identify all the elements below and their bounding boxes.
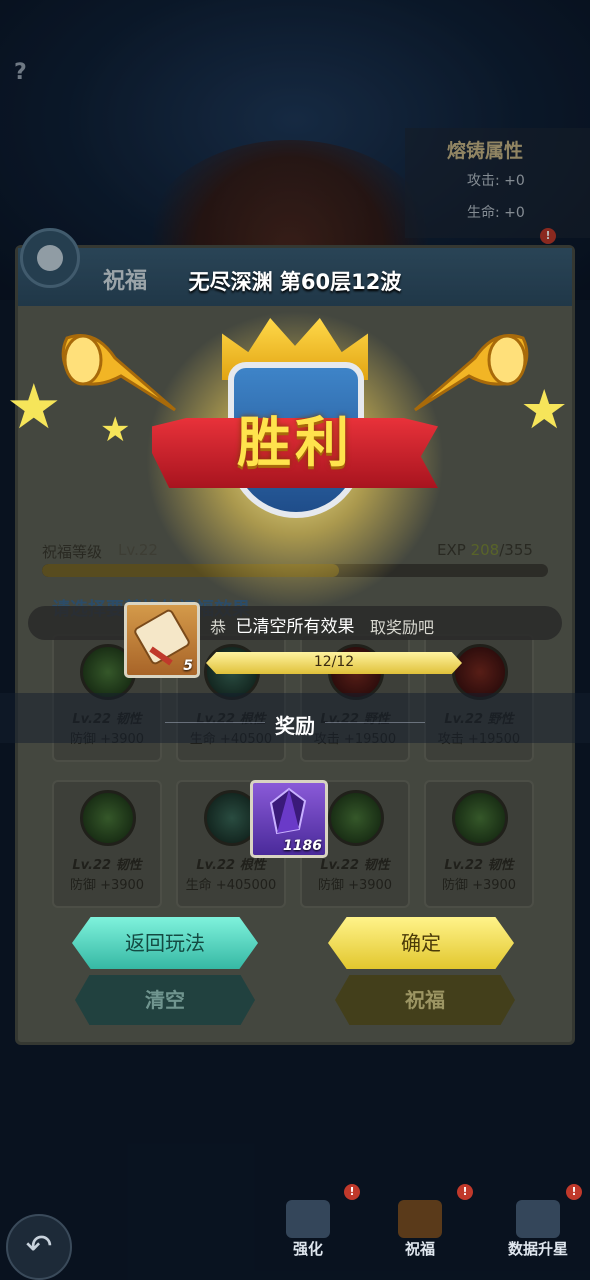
blessing-nav-icon — [398, 1200, 442, 1238]
reward-crystal-item[interactable]: 1186 — [250, 780, 328, 858]
alert-badge: ! — [344, 1184, 360, 1200]
alert-badge: ! — [566, 1184, 582, 1200]
nav-label: 数据升星 — [507, 1240, 568, 1258]
bottom-nav: ↶ 强化 祝福 数据升星 ! ! ! — [0, 1180, 590, 1280]
nav-label: 强化 — [292, 1240, 323, 1258]
reward-item-count: 1186 — [283, 838, 322, 854]
toast-text: 已清空所有效果 — [235, 617, 355, 637]
alert-badge: ! — [457, 1184, 473, 1200]
victory-banner-text: 胜利 — [237, 411, 353, 474]
scroll-item-qty: 5 — [183, 658, 193, 674]
nav-item-data-star[interactable]: 数据升星 — [503, 1200, 573, 1280]
enhance-icon — [286, 1200, 330, 1238]
reward-label: 奖励 — [275, 714, 315, 738]
nav-item-blessing[interactable]: 祝福 — [385, 1200, 455, 1280]
victory-emblem: ★ ★ ★ 胜利 — [0, 290, 590, 610]
toast-ghost-right: 取奖励吧 — [370, 618, 435, 637]
back-arrow-icon[interactable]: ↶ — [6, 1214, 72, 1280]
toast-ghost-left: 恭 — [210, 618, 227, 637]
scroll-item[interactable]: 5 — [124, 602, 200, 678]
toast-notification: 已清空所有效果 — [28, 606, 562, 640]
nav-label: 祝福 — [404, 1240, 435, 1258]
bar-chart-icon — [516, 1200, 560, 1238]
modal-dim — [0, 0, 590, 1280]
nav-item-enhance[interactable]: 强化 — [273, 1200, 343, 1280]
return-to-mode-button[interactable]: 返回玩法 — [72, 917, 258, 969]
wave-progress-text: 12/12 — [313, 654, 355, 670]
confirm-button[interactable]: 确定 — [328, 917, 514, 969]
